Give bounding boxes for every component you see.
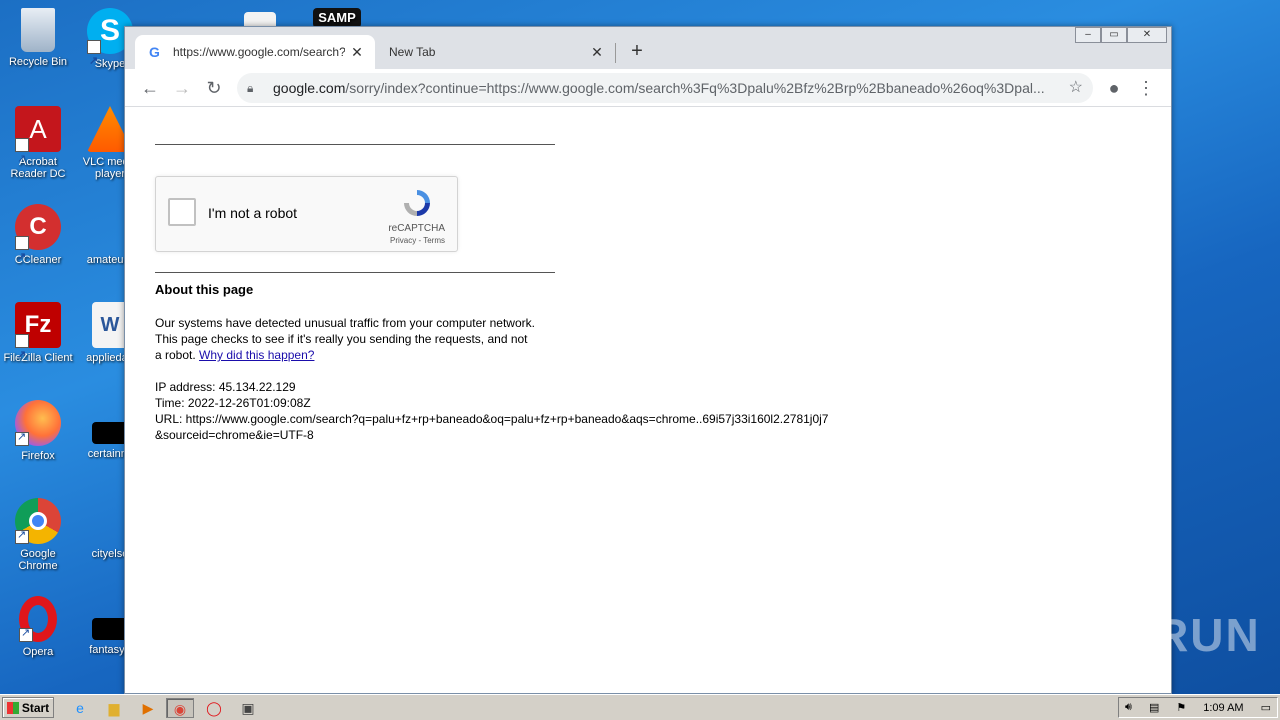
- chrome-icon: [15, 498, 61, 544]
- tab-separator: [615, 43, 616, 63]
- tab-title: https://www.google.com/search?q=: [173, 45, 345, 59]
- recaptcha-icon: [401, 187, 433, 219]
- desktop-icon-samp[interactable]: SAMP: [300, 8, 374, 28]
- desktop-icon-ccleaner[interactable]: C CCleaner: [0, 204, 76, 280]
- flag-icon[interactable]: ⚑: [1176, 701, 1186, 714]
- new-tab-button[interactable]: +: [625, 39, 649, 63]
- media-player-icon[interactable]: ▶: [134, 698, 162, 718]
- show-desktop-icon[interactable]: ▭: [1261, 701, 1271, 714]
- tab-title: New Tab: [389, 45, 436, 59]
- opera-taskbar-icon[interactable]: ◯: [200, 698, 228, 718]
- word-document-icon: W: [92, 302, 128, 348]
- address-url: google.com/sorry/index?continue=https://…: [273, 80, 1045, 96]
- robot-checkbox[interactable]: [168, 198, 196, 226]
- page-content: I'm not a robot reCAPTCHA Privacy - Term…: [125, 107, 1171, 693]
- why-did-this-happen-link[interactable]: Why did this happen?: [199, 348, 314, 362]
- close-tab-icon[interactable]: ✕: [345, 44, 369, 61]
- desktop-icon-recycle-bin[interactable]: Recycle Bin: [0, 8, 76, 68]
- filezilla-icon: Fz: [15, 302, 61, 378]
- app-taskbar-icon[interactable]: ▣: [234, 698, 262, 718]
- divider: [155, 272, 555, 273]
- url: URL: https://www.google.com/search?q=pal…: [155, 412, 829, 442]
- recaptcha-label: I'm not a robot: [208, 205, 298, 221]
- forward-button[interactable]: →: [169, 75, 195, 101]
- firefox-icon: [15, 400, 61, 446]
- network-icon[interactable]: ▤: [1149, 701, 1159, 714]
- bookmark-star-icon[interactable]: ☆: [1069, 77, 1083, 97]
- recaptcha-brand: reCAPTCHA: [388, 223, 445, 234]
- explanation-paragraph: Our systems have detected unusual traffi…: [155, 316, 535, 362]
- browser-toolbar: ← → ↻ 🔒︎ google.com/sorry/index?continue…: [125, 69, 1171, 107]
- divider: [155, 144, 555, 145]
- close-window-button[interactable]: ✕: [1127, 27, 1167, 43]
- anyrun-watermark: ANY RUN: [1038, 609, 1261, 661]
- recycle-bin-icon: [21, 8, 55, 52]
- recaptcha-widget: I'm not a robot reCAPTCHA Privacy - Term…: [155, 176, 458, 252]
- start-button[interactable]: Start: [2, 697, 54, 718]
- google-favicon-icon: G: [149, 44, 160, 60]
- desktop-icon-chrome[interactable]: Google Chrome: [0, 498, 76, 572]
- taskbar: Start e ▆ ▶ ◉ ◯ ▣ 🔊︎ ▤ ⚑ 1:09 AM ▭: [0, 694, 1280, 720]
- windows-logo-icon: [6, 701, 19, 714]
- chrome-window: G https://www.google.com/search?q= ✕ New…: [124, 26, 1172, 694]
- chrome-taskbar-icon[interactable]: ◉: [166, 698, 194, 718]
- clock[interactable]: 1:09 AM: [1203, 702, 1243, 714]
- acrobat-icon: A: [15, 106, 61, 182]
- address-bar[interactable]: 🔒︎ google.com/sorry/index?continue=https…: [237, 73, 1093, 103]
- maximize-button[interactable]: ▭: [1101, 27, 1127, 43]
- tab-strip: G https://www.google.com/search?q= ✕ New…: [125, 27, 1171, 69]
- about-title: About this page: [155, 282, 254, 297]
- redacted-icon: [92, 422, 128, 444]
- ie-icon[interactable]: e: [66, 698, 94, 718]
- opera-icon: [19, 596, 57, 642]
- lock-icon: 🔒︎: [247, 81, 254, 95]
- explorer-icon[interactable]: ▆: [100, 698, 128, 718]
- recaptcha-terms-link[interactable]: Privacy - Terms: [390, 236, 445, 245]
- time: Time: 2022-12-26T01:09:08Z: [155, 396, 311, 410]
- ip-address: IP address: 45.134.22.129: [155, 380, 296, 394]
- desktop-icon-filezilla[interactable]: Fz FileZilla Client: [0, 302, 76, 378]
- close-tab-icon[interactable]: ✕: [585, 44, 609, 61]
- back-button[interactable]: ←: [137, 75, 163, 101]
- minimize-button[interactable]: ‒: [1075, 27, 1101, 43]
- request-info: IP address: 45.134.22.129 Time: 2022-12-…: [155, 379, 835, 443]
- volume-icon[interactable]: 🔊︎: [1125, 701, 1132, 714]
- ccleaner-icon: C: [15, 204, 61, 280]
- system-tray: 🔊︎ ▤ ⚑ 1:09 AM ▭: [1118, 697, 1278, 718]
- menu-icon[interactable]: ⋮: [1133, 75, 1159, 101]
- desktop-icon-opera[interactable]: Opera: [0, 596, 76, 658]
- tab-google-search[interactable]: G https://www.google.com/search?q= ✕: [135, 35, 375, 69]
- reload-button[interactable]: ↻: [201, 75, 227, 101]
- tab-new-tab[interactable]: New Tab ✕: [375, 35, 615, 69]
- desktop-icon-firefox[interactable]: Firefox: [0, 400, 76, 462]
- redacted-icon: [92, 618, 128, 640]
- desktop-icon-acrobat[interactable]: A Acrobat Reader DC: [0, 106, 76, 182]
- samp-icon: SAMP: [313, 8, 361, 28]
- profile-icon[interactable]: ●: [1101, 75, 1127, 101]
